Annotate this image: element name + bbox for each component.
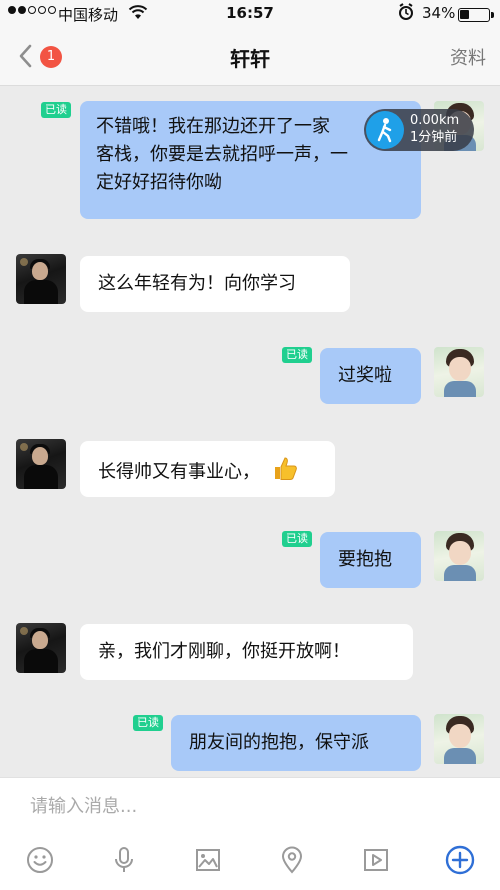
message-line: 长得帅又有事业心， — [98, 461, 260, 483]
battery-percentage: 34% — [422, 4, 456, 22]
walking-person-icon — [366, 111, 404, 149]
emoji-button[interactable] — [22, 842, 58, 878]
message-line: 亲，我们才刚聊，你挺开放啊！ — [98, 641, 350, 662]
message-line: 朋友间的抱抱，保守派 — [189, 732, 369, 753]
incoming-message[interactable]: 亲，我们才刚聊，你挺开放啊！ — [80, 624, 413, 680]
message-line: 过奖啦 — [338, 365, 392, 386]
message-input[interactable]: 请输入消息... — [30, 792, 137, 818]
emoji-icon — [27, 847, 53, 873]
navigation-bar: 1 轩轩 资料 — [0, 28, 500, 86]
image-button[interactable] — [190, 842, 226, 878]
battery-fill — [460, 10, 469, 19]
composer-toolbar — [0, 842, 500, 882]
friend-avatar[interactable] — [16, 254, 66, 304]
location-button[interactable] — [274, 842, 310, 878]
thumbs-up-icon — [272, 455, 298, 490]
friend-avatar[interactable] — [16, 439, 66, 489]
incoming-message[interactable]: 这么年轻有为！向你学习 — [80, 256, 350, 312]
message-line: 要抱抱 — [338, 549, 392, 570]
my-avatar[interactable] — [434, 347, 484, 397]
battery-cap — [491, 12, 494, 18]
read-status-tag: 已读 — [282, 347, 312, 363]
my-avatar[interactable] — [434, 531, 484, 581]
location-distance: 0.00km — [410, 113, 460, 128]
read-status-tag: 已读 — [41, 102, 71, 118]
battery-icon — [458, 8, 490, 22]
image-icon — [196, 849, 220, 871]
chat-title: 轩轩 — [230, 47, 270, 71]
video-icon — [364, 849, 388, 871]
message-line: 定好好招待你呦 — [96, 172, 222, 193]
incoming-message[interactable]: 长得帅又有事业心， — [80, 441, 335, 497]
more-button[interactable] — [442, 842, 478, 878]
composer: 请输入消息... — [0, 777, 500, 890]
read-status-tag: 已读 — [133, 715, 163, 731]
my-avatar[interactable] — [434, 714, 484, 764]
alarm-icon — [398, 3, 414, 25]
add-icon — [445, 845, 475, 875]
location-share-pill[interactable]: 0.00km 1分钟前 — [364, 109, 474, 151]
video-button[interactable] — [358, 842, 394, 878]
microphone-icon — [115, 847, 133, 872]
voice-button[interactable] — [106, 842, 142, 878]
message-line: 不错哦！我在那边还开了一家 — [96, 116, 330, 137]
location-icon — [281, 846, 303, 874]
message-line: 客栈，你要是去就招呼一声，一 — [96, 144, 348, 165]
message-line: 这么年轻有为！向你学习 — [98, 273, 296, 294]
message-list[interactable]: 已读 不错哦！我在那边还开了一家 客栈，你要是去就招呼一声，一 定好好招待你呦 … — [0, 87, 500, 777]
outgoing-message[interactable]: 朋友间的抱抱，保守派 — [171, 715, 421, 771]
friend-avatar[interactable] — [16, 623, 66, 673]
profile-button[interactable]: 资料 — [450, 44, 486, 70]
outgoing-message[interactable]: 要抱抱 — [320, 532, 421, 588]
read-status-tag: 已读 — [282, 531, 312, 547]
outgoing-message[interactable]: 过奖啦 — [320, 348, 421, 404]
status-bar: 中国移动 16:57 34% — [0, 0, 500, 28]
location-updated-time: 1分钟前 — [410, 130, 458, 145]
